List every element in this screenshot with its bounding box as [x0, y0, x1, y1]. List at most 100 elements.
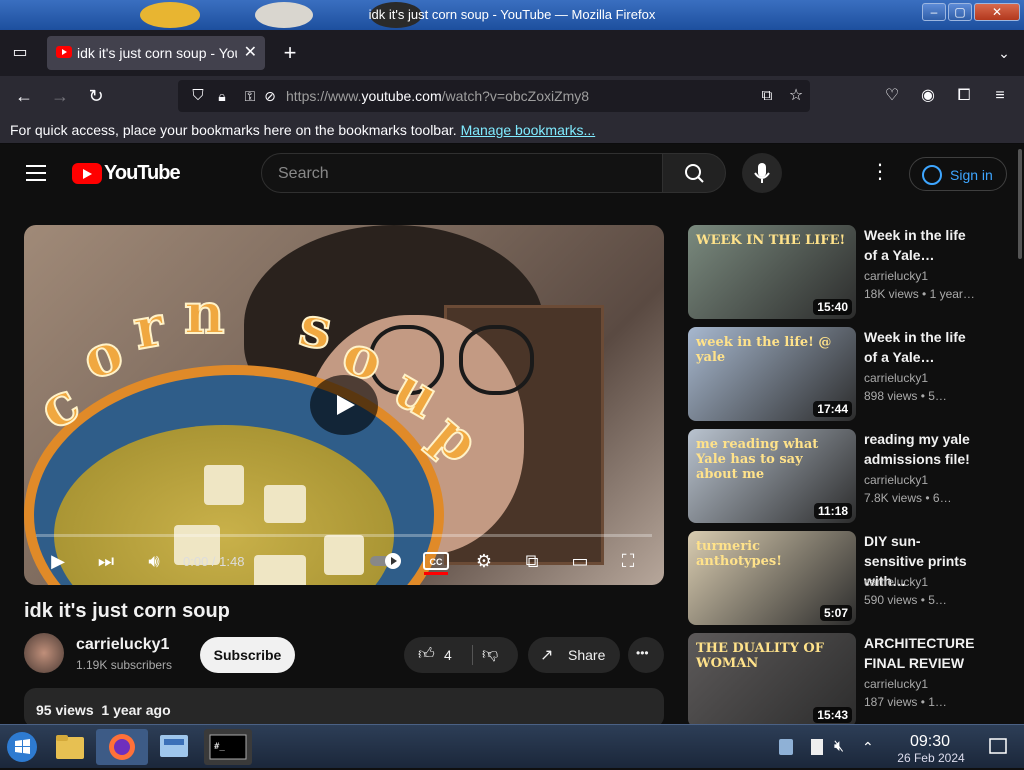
share-button[interactable]: ↗ Share	[528, 637, 620, 673]
fullscreen-icon[interactable]: ⛶	[614, 547, 642, 575]
sign-in-button[interactable]: Sign in	[909, 157, 1007, 191]
video-duration: 11:18	[813, 503, 852, 519]
bookmark-star-icon[interactable]: ☆	[782, 82, 810, 110]
network-tray-icon[interactable]	[774, 729, 798, 765]
play-icon[interactable]: ▶	[44, 547, 72, 575]
settings-kebab-icon[interactable]: ⋮	[868, 161, 892, 185]
firefox-view-icon[interactable]: ▭	[6, 39, 34, 67]
channel-name[interactable]: carrielucky1	[76, 636, 169, 654]
recommendation-item[interactable]: me reading what Yale has to say about me…	[688, 429, 988, 523]
recommendation-channel[interactable]: carrielucky1	[864, 677, 928, 691]
bookmarks-toolbar: For quick access, place your bookmarks h…	[0, 116, 1024, 144]
settings-gear-icon[interactable]: ⚙	[470, 547, 498, 575]
recommendation-item[interactable]: THE DUALITY OF WOMAN 15:43 ARCHITECTURE FI…	[688, 633, 988, 727]
thumbnail-caption: turmeric anthotypes!	[696, 539, 782, 569]
recommendation-meta: 18K views • 1 year…	[864, 287, 975, 301]
maximize-button[interactable]: ▢	[948, 3, 972, 21]
subscribe-button[interactable]: Subscribe	[200, 637, 295, 673]
menu-hamburger-icon[interactable]: ≡	[986, 82, 1014, 110]
navigation-bar: ← → ↻ ⛉ 🔒︎ ⚿ ⊘ https://www.youtube.com/w…	[0, 76, 1024, 116]
thumbs-up-icon[interactable]: 👍︎	[418, 645, 435, 664]
search-box[interactable]	[261, 153, 663, 193]
miniplayer-icon[interactable]: ⧉	[518, 547, 546, 575]
youtube-logo-icon[interactable]	[72, 163, 102, 184]
next-video-icon[interactable]: ⏭	[92, 547, 120, 575]
start-menu-icon[interactable]	[2, 729, 42, 765]
scrollbar-thumb[interactable]	[1018, 149, 1022, 259]
lock-icon[interactable]: 🔒︎	[208, 82, 236, 110]
captions-icon[interactable]: CC	[422, 547, 450, 575]
volume-muted-tray-icon[interactable]: 🔇︎	[834, 729, 856, 765]
terminal-icon[interactable]: #_	[204, 729, 252, 765]
autoplay-blocked-icon[interactable]: ⊘	[256, 82, 284, 110]
close-window-button[interactable]: ✕	[974, 3, 1020, 21]
more-actions-button[interactable]: •••	[628, 637, 664, 673]
list-tabs-chevron-down-icon[interactable]: ⌄	[990, 39, 1018, 67]
thumbs-down-icon[interactable]: 👎︎	[482, 645, 498, 664]
taskbar-clock[interactable]: 09:30	[892, 733, 968, 751]
taskbar-date[interactable]: 26 Feb 2024	[886, 751, 976, 765]
back-arrow-icon[interactable]: ←	[10, 82, 38, 110]
extensions-icon[interactable]: ⧠	[950, 82, 978, 110]
like-count[interactable]: 4	[444, 647, 452, 663]
url-text[interactable]: https://www.youtube.com/watch?v=obcZoxiZ…	[286, 88, 589, 104]
url-bar[interactable]: ⛉ 🔒︎ ⚿ ⊘ https://www.youtube.com/watch?v…	[178, 80, 810, 112]
guide-menu-icon[interactable]	[26, 165, 46, 181]
thumbnail-caption: THE DUALITY OF WOMAN	[696, 641, 824, 671]
recommendation-thumbnail[interactable]: me reading what Yale has to say about me…	[688, 429, 856, 523]
video-player[interactable]: c o r n s o u p ▶ ⏭ 🔊︎ 0:00 / 1:48 CC ⚙ …	[24, 225, 664, 585]
recommendation-thumbnail[interactable]: THE DUALITY OF WOMAN 15:43	[688, 633, 856, 727]
voice-search-button[interactable]	[742, 153, 782, 193]
control-panel-icon[interactable]	[154, 729, 194, 765]
recommendation-title[interactable]: reading my yale admissions file!	[864, 429, 980, 469]
description-box[interactable]: 95 views 1 year ago	[24, 688, 664, 728]
autoplay-toggle[interactable]	[368, 547, 404, 575]
progress-bar[interactable]	[36, 534, 652, 537]
window-title: idk it's just corn soup - YouTube — Mozi…	[368, 7, 656, 22]
recommendation-title[interactable]: ARCHITECTURE FINAL REVIEW	[864, 633, 980, 673]
tray-expand-chevron-icon[interactable]: ⌃	[862, 729, 884, 765]
recommendation-title[interactable]: Week in the life of a Yale…	[864, 225, 980, 265]
volume-icon[interactable]: 🔊︎	[140, 547, 168, 575]
recommendation-thumbnail[interactable]: WEEK IN THE LIFE! 15:40	[688, 225, 856, 319]
page-scrollbar[interactable]	[1016, 145, 1024, 725]
search-input[interactable]	[278, 164, 648, 184]
like-dislike-group: 👍︎ 4 👎︎	[404, 637, 518, 673]
recommendation-title[interactable]: Week in the life of a Yale…	[864, 327, 980, 367]
recommendation-item[interactable]: WEEK IN THE LIFE! 15:40 Week in the life o…	[688, 225, 988, 319]
recommendation-item[interactable]: turmeric anthotypes! 5:07 DIY sun-sensitiv…	[688, 531, 988, 625]
search-button[interactable]	[662, 153, 726, 193]
file-manager-icon[interactable]	[50, 729, 90, 765]
theater-mode-icon[interactable]: ▭	[566, 547, 594, 575]
large-play-button[interactable]	[310, 375, 378, 435]
tab-strip: ▭ idk it's just corn soup - YouTube ✕ + …	[0, 30, 1024, 76]
channel-avatar[interactable]	[24, 633, 64, 673]
minimize-button[interactable]: –	[922, 3, 946, 21]
recommendation-meta: 590 views • 5…	[864, 593, 947, 607]
manage-bookmarks-link[interactable]: Manage bookmarks...	[461, 122, 596, 138]
show-desktop-icon[interactable]	[984, 729, 1012, 765]
firefox-taskbar-icon[interactable]	[96, 729, 148, 765]
tab-active[interactable]: idk it's just corn soup - YouTube ✕	[47, 36, 265, 70]
clipboard-tray-icon[interactable]	[806, 729, 828, 765]
share-arrow-icon: ↗	[540, 647, 554, 664]
tab-close-icon[interactable]: ✕	[244, 42, 257, 62]
recommendation-channel[interactable]: carrielucky1	[864, 371, 928, 385]
recommendation-channel[interactable]: carrielucky1	[864, 473, 928, 487]
recommendation-thumbnail[interactable]: turmeric anthotypes! 5:07	[688, 531, 856, 625]
account-icon[interactable]: ◉	[914, 82, 942, 110]
new-tab-button[interactable]: +	[276, 39, 304, 67]
recommendation-thumbnail[interactable]: week in the life! @ yale 17:44	[688, 327, 856, 421]
pocket-icon[interactable]: ♡	[878, 82, 906, 110]
forward-arrow-icon[interactable]: →	[46, 82, 74, 110]
reload-icon[interactable]: ↻	[82, 82, 110, 110]
video-title: idk it's just corn soup	[24, 600, 230, 622]
recommendation-channel[interactable]: carrielucky1	[864, 269, 928, 283]
recommendation-item[interactable]: week in the life! @ yale 17:44 Week in the…	[688, 327, 988, 421]
thumbnail-caption: me reading what Yale has to say about me	[696, 437, 819, 482]
window-titlebar: idk it's just corn soup - YouTube — Mozi…	[0, 0, 1024, 30]
picture-in-picture-icon[interactable]: ⧉	[753, 82, 781, 110]
youtube-logo-text[interactable]: YouTube	[104, 162, 181, 185]
svg-text:CC: CC	[430, 557, 443, 567]
recommendation-channel[interactable]: carrielucky1	[864, 575, 928, 589]
